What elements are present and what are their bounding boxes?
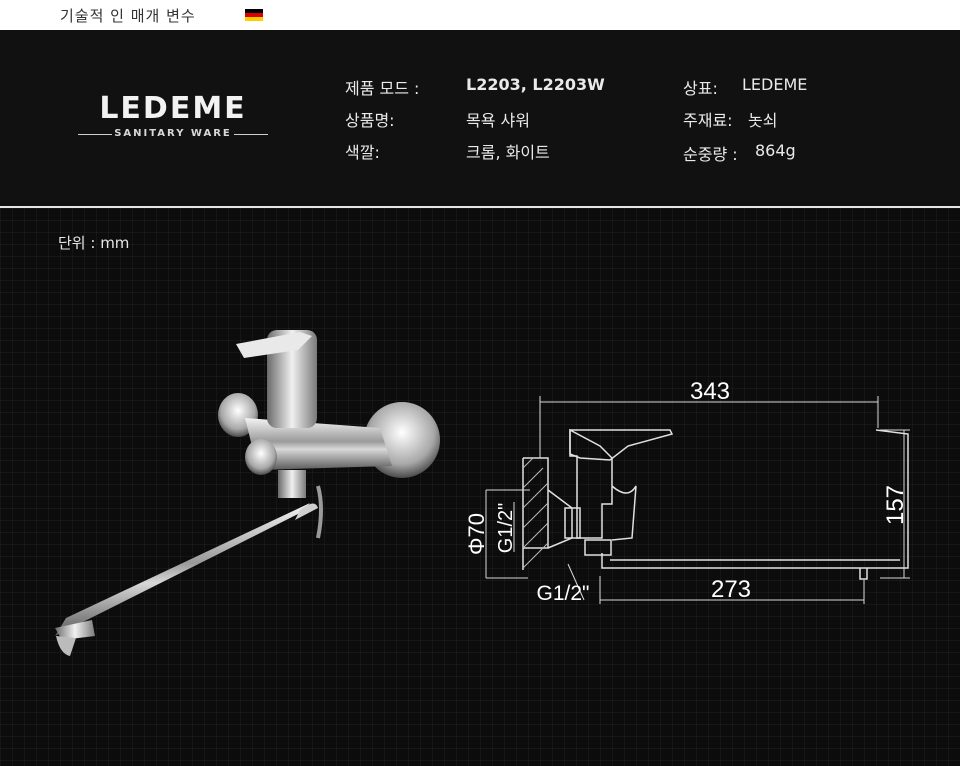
- german-flag-icon[interactable]: [245, 9, 263, 21]
- brand-logo: LEDEME SANITARY WARE: [78, 94, 268, 139]
- section-title: 기술적 인 매개 변수: [60, 7, 196, 25]
- dim-height: 157: [882, 485, 909, 525]
- dim-diameter: Φ70: [464, 513, 489, 555]
- weight-label: 순중량 :: [683, 145, 738, 164]
- brand-value: LEDEME: [742, 75, 808, 94]
- logo-text: LEDEME: [99, 91, 247, 126]
- material-label: 주재료:: [683, 111, 733, 130]
- dim-total-width: 343: [690, 378, 730, 405]
- material-value: 놋쇠: [748, 111, 778, 130]
- product-name-label: 상품명:: [345, 111, 395, 130]
- dim-thread-lower: G1/2": [537, 582, 590, 605]
- model-label: 제품 모드 :: [345, 79, 420, 98]
- logo-subtitle: SANITARY WARE: [78, 128, 268, 139]
- weight-value: 864g: [755, 141, 796, 160]
- dim-thread-upper: G1/2": [495, 503, 517, 553]
- brand-label: 상표:: [683, 79, 718, 98]
- color-value: 크롬, 화이트: [466, 143, 550, 162]
- logo-subtitle-text: SANITARY WARE: [114, 128, 232, 139]
- top-bar: 기술적 인 매개 변수: [0, 0, 960, 31]
- model-value: L2203, L2203W: [466, 75, 605, 94]
- dimension-labels: 343 273 G1/2" 157 Φ70 G1/2": [464, 378, 909, 605]
- dim-spout-length: 273: [711, 576, 751, 603]
- product-name-value: 목욕 샤워: [466, 111, 530, 130]
- color-label: 색깔:: [345, 143, 380, 162]
- drawing-area: 단위 : mm 343 273 G1/2" 157 Φ70 G1/2": [0, 208, 960, 766]
- spec-header: LEDEME SANITARY WARE 제품 모드 : L2203, L220…: [0, 30, 960, 208]
